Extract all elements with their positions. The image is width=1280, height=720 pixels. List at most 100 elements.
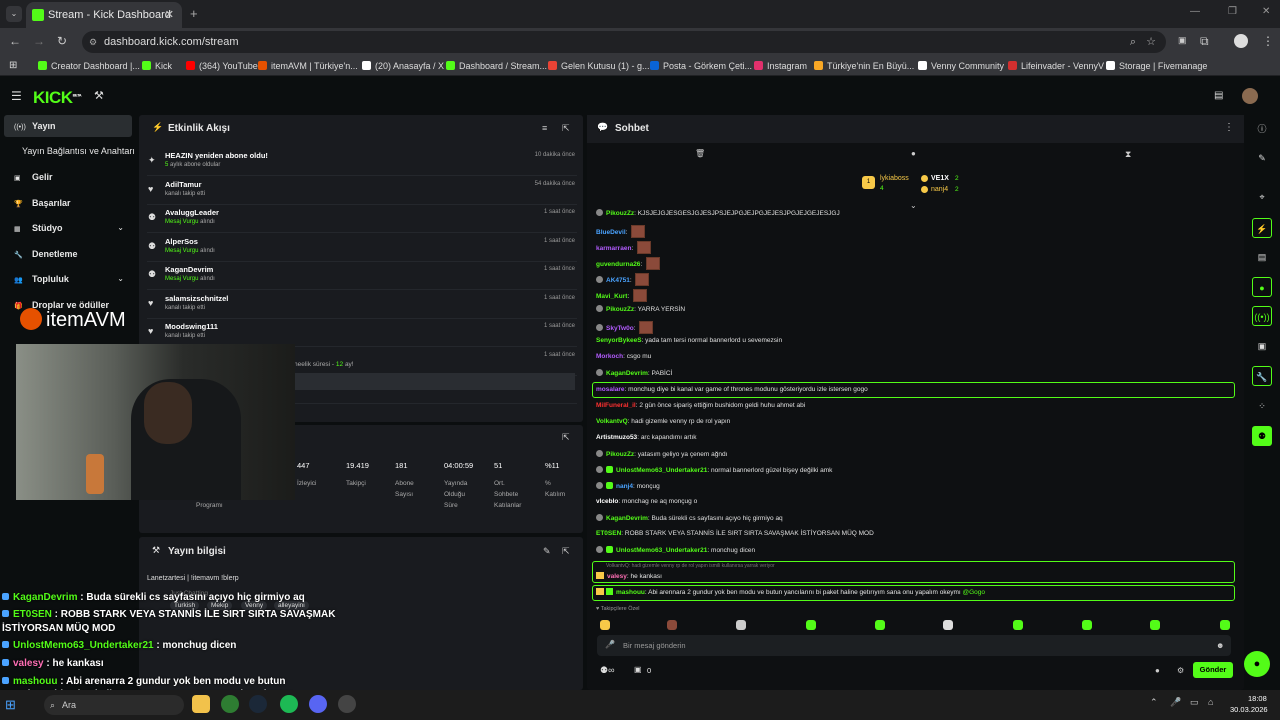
- wrench-icon[interactable]: 🔧: [1252, 366, 1272, 386]
- chat-settings-icon[interactable]: ●: [1155, 666, 1160, 675]
- extension-icon[interactable]: ▣: [1178, 35, 1187, 46]
- mention-target[interactable]: @Gogo: [963, 589, 986, 596]
- edit-pencil-icon[interactable]: ✎: [543, 546, 551, 557]
- windows-start-icon[interactable]: ⊞: [5, 697, 16, 713]
- hammer-icon[interactable]: ⚒: [94, 89, 104, 102]
- chat-username[interactable]: vlceblo: [596, 498, 618, 505]
- emote-shortcut-icon[interactable]: [600, 620, 610, 630]
- clipboard-icon[interactable]: ▣: [1252, 336, 1272, 356]
- game-icon[interactable]: ⚉: [1252, 426, 1272, 446]
- pinned-username[interactable]: lykiaboss: [880, 175, 909, 182]
- chat-username[interactable]: PikouzZz: [606, 210, 634, 217]
- expand-chevron-icon[interactable]: ⌄: [910, 201, 917, 210]
- gear-icon[interactable]: ⚙: [1177, 666, 1184, 675]
- chat-username[interactable]: BlueDevil: [596, 229, 626, 236]
- chat-username[interactable]: KaganDevrim: [606, 370, 648, 377]
- bookmark-2[interactable]: (364) YouTube: [186, 61, 258, 71]
- spotify-icon[interactable]: [280, 695, 298, 713]
- sidebar-item-2[interactable]: ▣ Gelir: [4, 166, 132, 188]
- info-icon[interactable]: ⓘ: [1252, 119, 1272, 139]
- chat-username[interactable]: PikouzZz: [606, 451, 634, 458]
- chat-username[interactable]: ET0SEN: [596, 530, 621, 537]
- apps-icon[interactable]: ⁘: [1252, 396, 1272, 416]
- chat-menu-icon[interactable]: ⋮: [1224, 122, 1234, 133]
- bookmark-0[interactable]: Creator Dashboard |...: [38, 61, 140, 71]
- chat-username[interactable]: PikouzZz: [606, 306, 634, 313]
- profile-avatar[interactable]: [1234, 34, 1248, 48]
- emote-shortcut-icon[interactable]: [806, 620, 816, 630]
- prediction-infinity-icon[interactable]: ⚉∞: [600, 665, 614, 676]
- bookmark-9[interactable]: Türkiye'nin En Büyü...: [814, 61, 914, 71]
- chat-username[interactable]: nanj4: [616, 483, 633, 490]
- extensions-puzzle-icon[interactable]: ⧉: [1200, 34, 1209, 49]
- sidebar-item-3[interactable]: 🏆 Başarılar: [4, 192, 132, 214]
- activity-name[interactable]: AlperSos: [165, 237, 198, 246]
- emote-shortcut-icon[interactable]: [667, 620, 677, 630]
- hamburger-menu-icon[interactable]: ☰: [11, 89, 22, 103]
- bookmark-6[interactable]: Gelen Kutusu (1) - g...: [548, 61, 650, 71]
- activity-name[interactable]: Moodswing111: [165, 322, 218, 331]
- chat-username[interactable]: SenyorBykeeS: [596, 337, 642, 344]
- close-window-button[interactable]: ✕: [1262, 6, 1270, 17]
- tray-date[interactable]: 30.03.2026: [1230, 705, 1268, 714]
- chat-panel-icon[interactable]: ●: [1252, 277, 1272, 297]
- chat-username[interactable]: UnlostMemo63_Undertaker21: [616, 467, 707, 474]
- filter-icon[interactable]: ≡: [542, 123, 547, 133]
- bookmark-star-icon[interactable]: ☆: [1146, 31, 1156, 53]
- site-info-icon[interactable]: ⚙: [89, 31, 97, 53]
- emoji-icon[interactable]: ☻: [1216, 641, 1224, 650]
- monitor-tray-icon[interactable]: ▭: [1190, 697, 1199, 708]
- bookmark-8[interactable]: Instagram: [754, 61, 807, 71]
- sidebar-item-0[interactable]: ((•)) Yayın: [4, 115, 132, 137]
- apps-grid-icon[interactable]: ⊞: [9, 60, 17, 71]
- discord-icon[interactable]: [309, 695, 327, 713]
- bookmark-10[interactable]: Venny Community: [918, 61, 1004, 71]
- notification-inbox-icon[interactable]: ▤: [1214, 90, 1223, 101]
- slow-mode-icon[interactable]: ⧗: [1125, 149, 1131, 160]
- chat-input[interactable]: [597, 635, 1231, 656]
- reply-username[interactable]: valesy: [607, 573, 627, 580]
- steam-icon[interactable]: [249, 695, 267, 713]
- chat-username[interactable]: MilFuneral_il: [596, 402, 636, 409]
- chat-username[interactable]: SkyTw0o: [606, 325, 634, 332]
- chrome-icon[interactable]: [221, 695, 239, 713]
- chest-icon[interactable]: ▣: [634, 665, 642, 674]
- pinned-username[interactable]: nanj4: [931, 186, 948, 193]
- chevron-down-icon[interactable]: ⌄: [117, 268, 124, 290]
- mention-username[interactable]: mashouu: [616, 589, 645, 596]
- chat-username[interactable]: UnlostMemo63_Undertaker21: [616, 547, 707, 554]
- activity-name[interactable]: AvaluggLeader: [165, 208, 219, 217]
- chat-username[interactable]: guvendurna26: [596, 261, 640, 268]
- forward-icon[interactable]: →: [33, 34, 45, 48]
- emote-shortcut-icon[interactable]: [1220, 620, 1230, 630]
- document-icon[interactable]: ▤: [1252, 247, 1272, 267]
- activity-name[interactable]: HEAZIN yeniden abone oldu!: [165, 151, 268, 160]
- sidebar-item-1[interactable]: Yayın Bağlantısı ve Anahtarı: [12, 140, 140, 162]
- network-tray-icon[interactable]: ⌂: [1208, 697, 1213, 707]
- chevron-down-icon[interactable]: ⌄: [117, 217, 124, 239]
- chat-mode-icon[interactable]: ●: [911, 149, 916, 158]
- chat-username[interactable]: VolkantvQ: [596, 418, 628, 425]
- send-button[interactable]: Gönder: [1193, 662, 1233, 678]
- scan-icon[interactable]: ⌖: [1252, 187, 1272, 207]
- tab-kick-dashboard[interactable]: Stream - Kick Dashboard ✕: [26, 2, 182, 28]
- trash-icon[interactable]: 🗑: [695, 149, 705, 158]
- chat-username[interactable]: Mavi_Kurt: [596, 293, 627, 300]
- bookmark-7[interactable]: Posta - Görkem Çeti...: [650, 61, 752, 71]
- tray-time[interactable]: 18:08: [1248, 694, 1267, 703]
- minimize-button[interactable]: —: [1190, 6, 1200, 17]
- popout-icon[interactable]: ⇱: [562, 123, 570, 134]
- bookmark-1[interactable]: Kick: [142, 61, 172, 71]
- activity-name[interactable]: AdilTamur: [165, 180, 202, 189]
- taskbar-search[interactable]: ⌕ Ara: [44, 695, 184, 715]
- bookmark-4[interactable]: (20) Anasayfa / X: [362, 61, 444, 71]
- mic-icon[interactable]: 🎤: [605, 640, 615, 649]
- maximize-button[interactable]: ❐: [1228, 6, 1237, 17]
- emote-shortcut-icon[interactable]: [943, 620, 953, 630]
- sidebar-item-6[interactable]: 👥 Topluluk ⌄: [4, 268, 132, 290]
- user-avatar[interactable]: [1242, 88, 1258, 104]
- tray-chevron-icon[interactable]: ⌃: [1150, 697, 1158, 708]
- bookmark-12[interactable]: Storage | Fivemanage: [1106, 61, 1207, 71]
- obs-icon[interactable]: [338, 695, 356, 713]
- file-explorer-icon[interactable]: [192, 695, 210, 713]
